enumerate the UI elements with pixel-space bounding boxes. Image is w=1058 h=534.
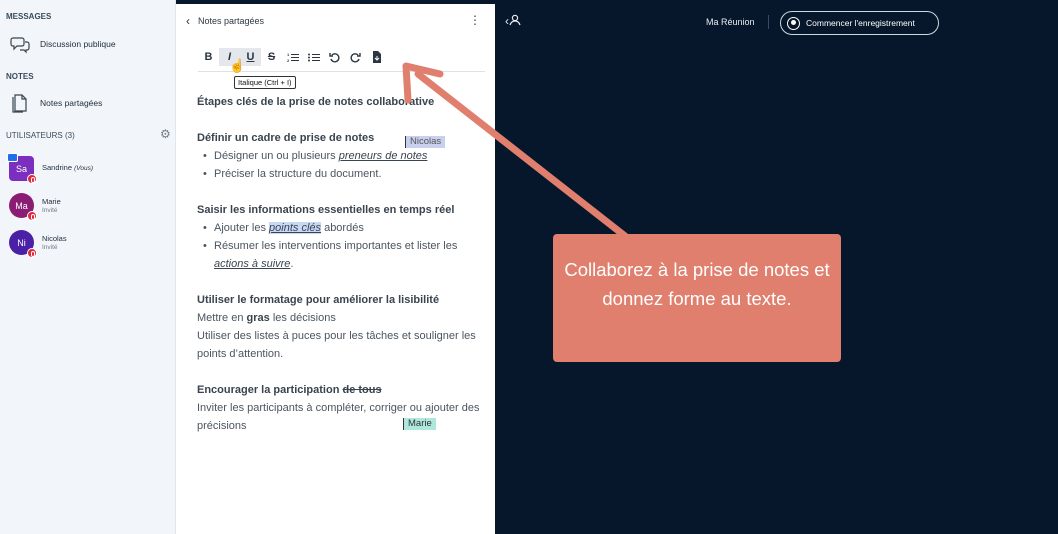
annotation-arrow — [402, 62, 629, 240]
tutorial-callout: Collaborez à la prise de notes et donnez… — [553, 234, 841, 362]
app-root: MESSAGES Discussion publique NOTES Notes… — [0, 0, 1058, 534]
